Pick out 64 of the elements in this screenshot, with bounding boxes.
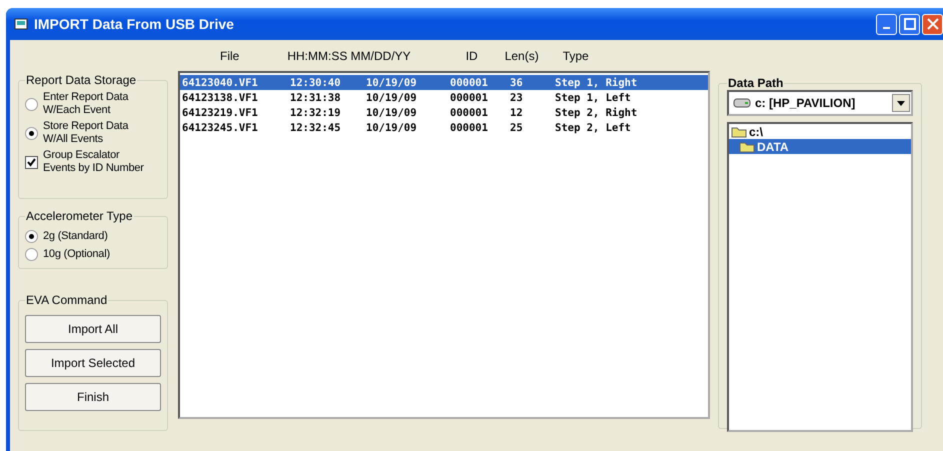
list-cell-text: 12:31:38 [290,92,342,104]
drive-dropdown[interactable]: c: [HP_PAVILION] [727,90,913,116]
list-cell-text: 12:32:45 [290,122,342,134]
list-cell-text: 10/19/09 [366,106,418,118]
list-cell-text: Step 1, Right [555,76,638,88]
close-icon [926,18,938,30]
list-cell-text: Step 1, Left [555,92,632,104]
list-cell-text: 64123219.VF1 [181,106,259,118]
checkbox[interactable] [25,156,38,168]
list-cell-text: 000001 [450,92,489,104]
list-cell-text: Step 2, Left [555,122,632,134]
list-cell-text: 000001 [450,122,489,134]
column-header: HH:MM:SS MM/DD/YY [287,48,411,62]
list-cell-text: 10/19/09 [366,92,418,104]
list-cell-text: 64123245.VF1 [181,122,259,134]
list-cell-text: 25 [510,122,524,134]
group-title: EVA Command [25,293,108,307]
list-cell-text: 23 [510,92,524,104]
list-cell-text: 12:32:19 [290,106,342,118]
close-button[interactable] [922,14,943,34]
window-title: IMPORT Data From USB Drive [34,16,234,32]
column-header: File [220,48,240,62]
list-row[interactable]: 64123040.VF1 12:30:40 10/19/09 000001 36 Step 1, Right [180,75,708,90]
column-header: Len(s) [504,48,539,62]
command-button[interactable]: Finish [25,383,161,411]
list-cell-text: 000001 [450,76,489,88]
option-label: Store Report Data W/All Events [43,120,130,146]
radio-button[interactable] [25,126,38,140]
radio-button[interactable] [25,230,38,243]
minimize-button[interactable] [876,14,897,34]
caret-icon [897,100,905,106]
folder-icon [739,140,756,152]
radio-button[interactable] [25,98,38,110]
drive-icon [733,98,751,108]
column-header: Type [562,48,589,62]
maximize-icon [904,18,916,30]
command-button[interactable]: Import Selected [25,349,161,377]
list-cell-text: Step 2, Right [555,106,638,118]
group-title: Report Data Storage [25,73,138,87]
tree-item[interactable]: DATA [729,139,911,154]
tree-item[interactable]: c:\ [729,124,911,139]
column-header: ID [466,48,478,62]
list-cell-text: 12 [510,106,524,118]
list-cell-text: 36 [510,76,524,88]
minimize-icon [883,27,890,29]
list-row[interactable]: 64123219.VF1 12:32:19 10/19/09 000001 12 Step 2, Right [180,105,708,120]
list-cell-text: 000001 [450,106,489,118]
list-cell-text: 12:30:40 [290,76,342,88]
window-icon [14,18,28,30]
option-label: 2g (Standard) [43,230,109,243]
option-label: Enter Report Data W/Each Event [43,91,130,117]
list-row[interactable]: 64123138.VF1 12:31:38 10/19/09 000001 23 Step 1, Left [180,90,708,105]
option-label: 10g (Optional) [43,248,111,261]
list-row[interactable]: 64123245.VF1 12:32:45 10/19/09 000001 25 Step 2, Left [180,120,708,135]
option-label: Group Escalator Events by ID Number [43,149,145,175]
group-title: Data Path [727,76,784,90]
list-cell-text: 64123138.VF1 [181,92,259,104]
list-cell-text: 64123040.VF1 [181,76,259,88]
list-cell-text: 10/19/09 [366,76,418,88]
radio-button[interactable] [25,248,38,261]
maximize-button[interactable] [899,14,920,34]
list-cell-text: 10/19/09 [366,122,418,134]
command-button[interactable]: Import All [25,315,161,343]
group-title: Accelerometer Type [25,209,134,223]
